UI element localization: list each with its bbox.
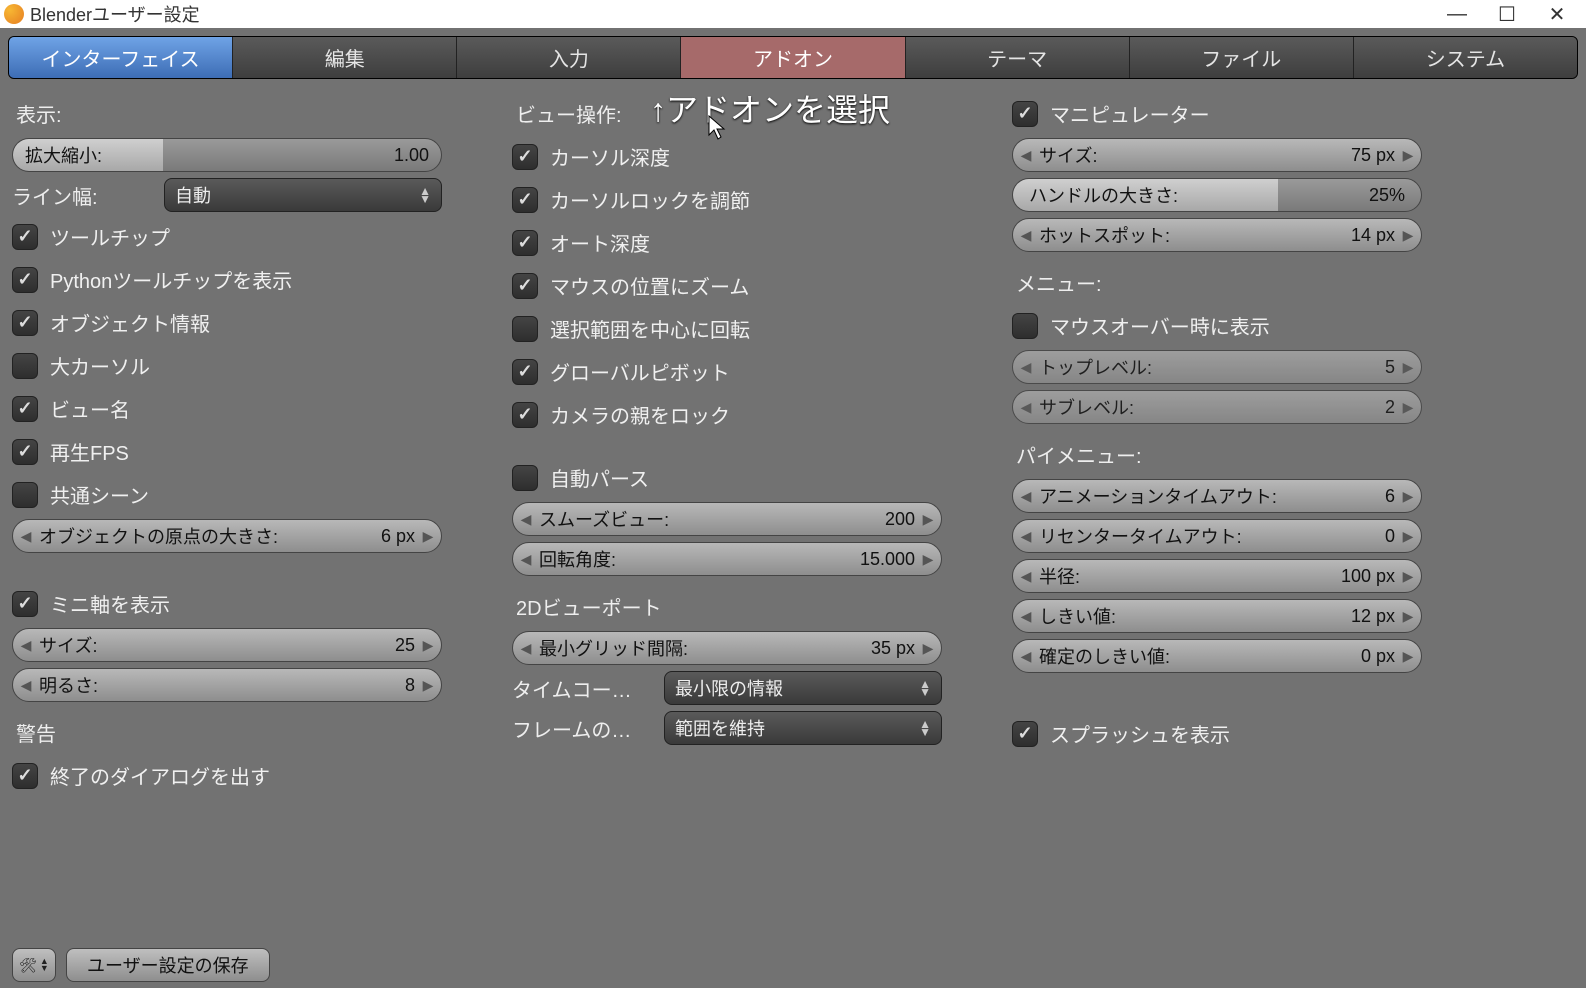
tab-system[interactable]: システム xyxy=(1354,37,1577,78)
chevron-left-icon: ◀ xyxy=(19,528,33,545)
cursor-depth-checkbox[interactable] xyxy=(512,144,538,170)
pie-threshold-field[interactable]: ◀ しきい値: 12 px ▶ xyxy=(1012,599,1422,633)
tab-addons[interactable]: アドオン xyxy=(681,37,905,78)
frame-dropdown[interactable]: 範囲を維持 ▲▼ xyxy=(664,711,942,745)
tab-theme[interactable]: テーマ xyxy=(906,37,1130,78)
timecode-dropdown[interactable]: 最小限の情報 ▲▼ xyxy=(664,671,942,705)
tooltip-checkbox[interactable] xyxy=(12,224,38,250)
zoom-to-mouse-checkbox[interactable] xyxy=(512,273,538,299)
auto-perspective-checkbox[interactable] xyxy=(512,465,538,491)
mini-axis-checkbox[interactable] xyxy=(12,591,38,617)
line-width-label: ライン幅: xyxy=(12,181,152,210)
bottom-bar: 🛠 ▲▼ ユーザー設定の保存 xyxy=(0,942,1586,988)
view-name-checkbox[interactable] xyxy=(12,396,38,422)
ui-scale-label: 拡大縮小: xyxy=(19,142,108,168)
wrench-icon: 🛠 xyxy=(19,957,37,974)
piemenu-section-label: パイメニュー: xyxy=(1012,430,1422,473)
auto-depth-checkbox[interactable] xyxy=(512,230,538,256)
prefs-tabs: インターフェイス 編集 入力 アドオン テーマ ファイル システム xyxy=(8,36,1578,79)
manipulator-hotspot-field[interactable]: ◀ ホットスポット: 14 px ▶ xyxy=(1012,218,1422,252)
mini-axis-size-field[interactable]: ◀ サイズ: 25 ▶ xyxy=(12,628,442,662)
rotation-angle-field[interactable]: ◀ 回転角度: 15.000 ▶ xyxy=(512,542,942,576)
warn-section-label: 警告 xyxy=(12,708,442,751)
window-title: Blenderユーザー設定 xyxy=(30,1,200,27)
editor-type-button[interactable]: 🛠 ▲▼ xyxy=(12,948,56,982)
column-viewmanip: ビュー操作: カーソル深度 カーソルロックを調節 オート深度 マウスの位置にズー… xyxy=(512,89,942,794)
sublevel-field[interactable]: ◀ サブレベル: 2 ▶ xyxy=(1012,390,1422,424)
line-width-dropdown[interactable]: 自動 ▲▼ xyxy=(164,178,442,212)
global-scene-checkbox[interactable] xyxy=(12,482,38,508)
display-section-label: 表示: xyxy=(12,89,442,132)
python-tooltip-checkbox[interactable] xyxy=(12,267,38,293)
maximize-button[interactable]: ☐ xyxy=(1482,2,1532,27)
column-display: 表示: 拡大縮小: 1.00 ライン幅: 自動 ▲▼ ツールチップ Python… xyxy=(12,89,442,794)
tab-file[interactable]: ファイル xyxy=(1130,37,1354,78)
chevron-right-icon: ▶ xyxy=(421,528,435,545)
ui-scale-value: 1.00 xyxy=(388,145,435,166)
manipulator-handle-field[interactable]: ハンドルの大きさ: 25% xyxy=(1012,178,1422,212)
global-pivot-checkbox[interactable] xyxy=(512,359,538,385)
timecode-label: タイムコー… xyxy=(512,674,652,703)
manipulator-checkbox[interactable] xyxy=(1012,101,1038,127)
rotate-around-selection-checkbox[interactable] xyxy=(512,316,538,342)
object-info-checkbox[interactable] xyxy=(12,310,38,336)
viewport2d-section-label: 2Dビューポート xyxy=(512,582,942,625)
open-on-mouseover-checkbox[interactable] xyxy=(1012,313,1038,339)
cursor-lock-checkbox[interactable] xyxy=(512,187,538,213)
close-button[interactable]: ✕ xyxy=(1532,2,1582,27)
camera-parent-lock-checkbox[interactable] xyxy=(512,402,538,428)
show-splash-checkbox[interactable] xyxy=(1012,721,1038,747)
blender-logo-icon xyxy=(4,4,24,24)
pie-recenter-timeout-field[interactable]: ◀ リセンタータイムアウト: 0 ▶ xyxy=(1012,519,1422,553)
quit-dialog-checkbox[interactable] xyxy=(12,763,38,789)
manipulator-size-field[interactable]: ◀ サイズ: 75 px ▶ xyxy=(1012,138,1422,172)
minimize-button[interactable]: — xyxy=(1432,3,1482,26)
playback-fps-checkbox[interactable] xyxy=(12,439,38,465)
window-titlebar: Blenderユーザー設定 — ☐ ✕ xyxy=(0,0,1586,28)
pie-animation-timeout-field[interactable]: ◀ アニメーションタイムアウト: 6 ▶ xyxy=(1012,479,1422,513)
toplevel-field[interactable]: ◀ トップレベル: 5 ▶ xyxy=(1012,350,1422,384)
object-origin-size-field[interactable]: ◀ オブジェクトの原点の大きさ: 6 px ▶ xyxy=(12,519,442,553)
viewmanip-section-label: ビュー操作: xyxy=(512,89,942,132)
tab-input[interactable]: 入力 xyxy=(457,37,681,78)
tab-interface[interactable]: インターフェイス xyxy=(9,37,233,78)
pie-radius-field[interactable]: ◀ 半径: 100 px ▶ xyxy=(1012,559,1422,593)
tab-edit[interactable]: 編集 xyxy=(233,37,457,78)
min-grid-spacing-field[interactable]: ◀ 最小グリッド間隔: 35 px ▶ xyxy=(512,631,942,665)
frame-label: フレームの… xyxy=(512,714,652,743)
updown-icon: ▲▼ xyxy=(419,187,431,203)
column-manipulator: マニピュレーター ◀ サイズ: 75 px ▶ ハンドルの大きさ: 25% ◀ … xyxy=(1012,89,1422,794)
save-user-settings-button[interactable]: ユーザー設定の保存 xyxy=(66,948,270,982)
ui-scale-field[interactable]: 拡大縮小: 1.00 xyxy=(12,138,442,172)
updown-icon: ▲▼ xyxy=(40,958,49,972)
large-cursor-checkbox[interactable] xyxy=(12,353,38,379)
menu-section-label: メニュー: xyxy=(1012,258,1422,301)
smooth-view-field[interactable]: ◀ スムーズビュー: 200 ▶ xyxy=(512,502,942,536)
pie-confirm-threshold-field[interactable]: ◀ 確定のしきい値: 0 px ▶ xyxy=(1012,639,1422,673)
mini-axis-brightness-field[interactable]: ◀ 明るさ: 8 ▶ xyxy=(12,668,442,702)
